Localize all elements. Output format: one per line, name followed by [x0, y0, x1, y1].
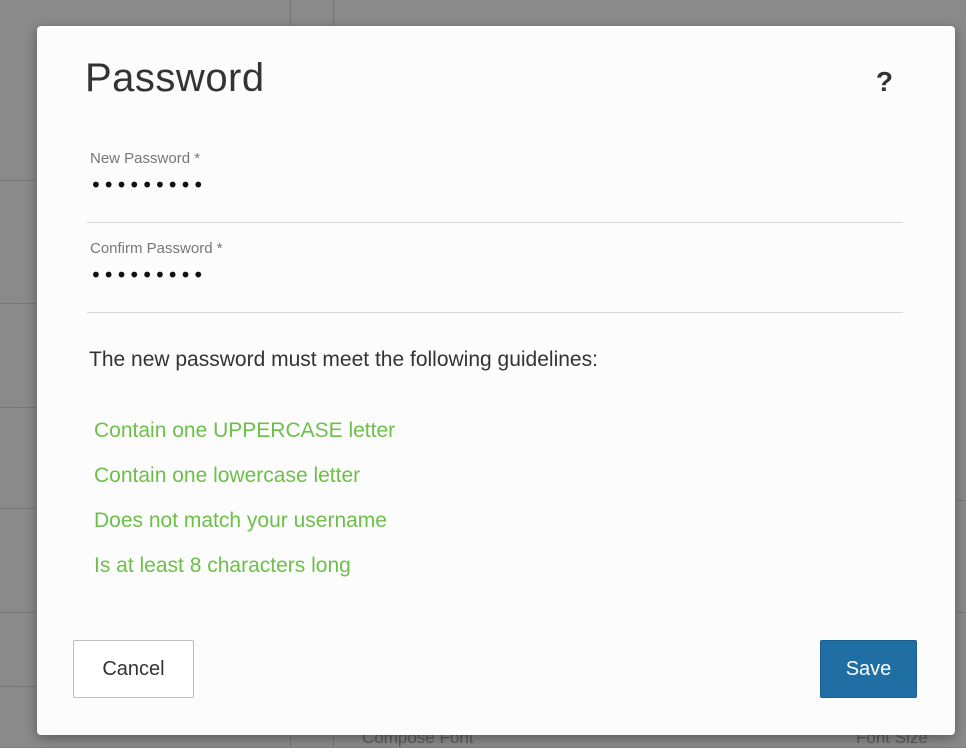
new-password-field: New Password * — [87, 150, 903, 223]
bg-row-line — [0, 612, 36, 613]
save-button[interactable]: Save — [820, 640, 917, 698]
confirm-password-label: Confirm Password * — [90, 240, 223, 257]
cancel-button[interactable]: Cancel — [73, 640, 194, 698]
help-icon[interactable]: ? — [876, 66, 893, 98]
rule-min-length: Is at least 8 characters long — [94, 554, 351, 577]
rule-not-username: Does not match your username — [94, 509, 387, 532]
password-rules-list: Contain one UPPERCASE letter Contain one… — [94, 408, 395, 588]
guidelines-intro: The new password must meet the following… — [89, 348, 598, 371]
rule-uppercase: Contain one UPPERCASE letter — [94, 419, 396, 442]
confirm-password-input[interactable] — [90, 260, 890, 290]
password-dialog: Password ? New Password * Confirm Passwo… — [37, 26, 955, 735]
rule-lowercase: Contain one lowercase letter — [94, 464, 361, 487]
new-password-label: New Password * — [90, 150, 201, 167]
confirm-password-field: Confirm Password * — [87, 240, 903, 313]
bg-row-line — [0, 686, 36, 687]
bg-row-line — [956, 612, 966, 613]
bg-row-line — [0, 407, 36, 408]
bg-row-line — [0, 180, 36, 181]
bg-row-line — [956, 500, 966, 501]
dialog-title: Password — [85, 56, 265, 100]
bg-row-line — [0, 508, 36, 509]
bg-row-line — [0, 303, 36, 304]
new-password-input[interactable] — [90, 170, 890, 200]
